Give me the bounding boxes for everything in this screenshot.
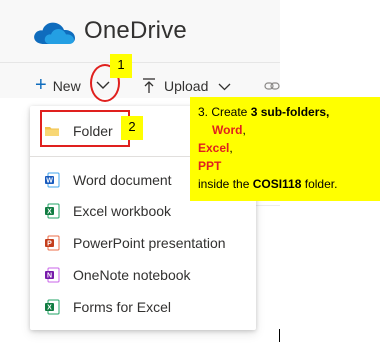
excel-icon: X [45,203,60,219]
new-button[interactable]: + New [35,75,81,97]
step-1-badge: 1 [110,54,132,78]
note-line-ppt: PPT [198,159,222,173]
folder-highlight-box [40,110,130,147]
text-cursor [279,329,280,342]
svg-text:X: X [47,305,52,312]
instruction-note: 3. Create 3 sub-folders, Word, Excel, PP… [190,97,380,201]
upload-button[interactable]: Upload [142,75,231,97]
note-line-word: Word, [212,123,246,137]
menu-item-label: PowerPoint presentation [73,235,226,251]
menu-item-forms-for-excel[interactable]: X Forms for Excel [30,292,256,322]
upload-chevron-down-icon [218,83,231,90]
plus-icon: + [35,74,47,96]
link-icon[interactable] [264,80,280,92]
menu-item-label: OneNote notebook [73,267,191,283]
menu-item-label: Forms for Excel [73,299,172,315]
menu-item-onenote-notebook[interactable]: N OneNote notebook [30,260,256,290]
svg-text:P: P [47,241,52,248]
onenote-icon: N [45,267,60,283]
word-icon: W [45,172,60,188]
upload-button-label: Upload [164,78,209,94]
onedrive-logo-icon [34,22,75,44]
header-divider [0,62,280,63]
new-button-label: New [52,78,81,94]
list-divider [256,205,280,206]
note-line-last: inside the COSI118 folder. [198,177,338,191]
svg-text:W: W [46,178,53,185]
menu-item-label: Word document [73,172,172,188]
menu-item-label: Excel workbook [73,203,172,219]
svg-text:X: X [47,209,52,216]
forms-excel-icon: X [45,299,60,315]
powerpoint-icon: P [45,235,60,251]
note-line-excel: Excel, [198,141,233,155]
menu-item-powerpoint-presentation[interactable]: P PowerPoint presentation [30,228,256,258]
svg-text:N: N [47,273,52,280]
app-title: OneDrive [84,17,187,44]
step-2-badge: 2 [121,116,143,140]
upload-icon [143,78,155,93]
note-line-1: 3. Create 3 sub-folders, [198,105,330,119]
